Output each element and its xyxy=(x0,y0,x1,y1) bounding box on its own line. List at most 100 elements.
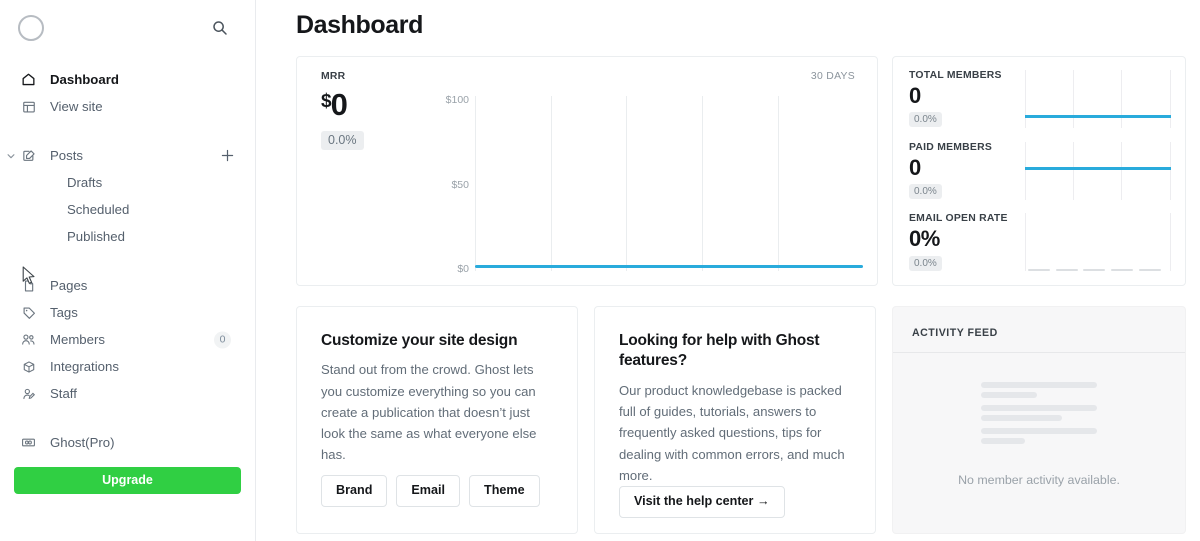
card-title: Customize your site design xyxy=(321,332,518,349)
sidebar-item-dashboard[interactable]: Dashboard xyxy=(14,66,241,93)
paid-members-sparkline xyxy=(1025,141,1171,200)
top-stats-row: MRR $0 0.0% 30 DAYS $100 $50 $0 TOTAL ME… xyxy=(296,56,1186,286)
sidebar-divider-2 xyxy=(14,250,241,272)
kpi-label: EMAIL OPEN RATE xyxy=(909,213,1008,225)
mrr-label: MRR xyxy=(321,71,346,82)
skeleton-line xyxy=(981,437,1026,444)
visit-help-center-button[interactable]: Visit the help center → xyxy=(619,485,785,518)
mrr-chart[interactable]: $100 $50 $0 xyxy=(439,93,863,276)
bar xyxy=(1027,269,1050,272)
kpi-value: 0 xyxy=(909,83,921,108)
bar xyxy=(1055,269,1078,272)
mrr-value: $0 xyxy=(321,87,439,122)
card-actions: Visit the help center → xyxy=(619,485,851,518)
sidebar: Dashboard View site Posts Drafts Schedul… xyxy=(0,0,256,541)
sidebar-item-staff[interactable]: Staff xyxy=(14,380,241,407)
sparkline-path xyxy=(1025,167,1171,170)
card-title: Looking for help with Ghost features? xyxy=(619,332,820,370)
sidebar-item-view-site[interactable]: View site xyxy=(14,93,241,120)
mrr-plot-area xyxy=(475,96,863,271)
card-actions: Brand Email Theme xyxy=(321,475,553,507)
sidebar-item-ghost-pro[interactable]: Ghost(Pro) xyxy=(14,429,241,456)
sidebar-item-label: Published xyxy=(67,229,125,244)
activity-feed-empty-text: No member activity available. xyxy=(958,472,1120,487)
edit-square-icon xyxy=(20,147,37,164)
mrr-currency-symbol: $ xyxy=(321,91,332,112)
sidebar-item-pages[interactable]: Pages xyxy=(14,272,241,299)
sidebar-item-scheduled[interactable]: Scheduled xyxy=(14,196,241,223)
sidebar-item-posts[interactable]: Posts xyxy=(18,142,217,169)
activity-feed-card: ACTIVITY FEED No member activity availab… xyxy=(892,306,1186,534)
sidebar-posts-section: Posts Drafts Scheduled Published xyxy=(7,142,241,250)
y-tick-50: $50 xyxy=(451,179,469,192)
dashboard-app: Dashboard View site Posts Drafts Schedul… xyxy=(0,0,1200,541)
sidebar-item-label: Integrations xyxy=(50,358,119,374)
members-icon xyxy=(20,331,37,348)
cube-icon xyxy=(20,358,37,375)
kpi-value: 0% xyxy=(909,226,940,252)
sidebar-item-integrations[interactable]: Integrations xyxy=(14,353,241,380)
home-icon xyxy=(20,71,37,88)
main-content: Dashboard MRR $0 0.0% 30 DAYS $100 $50 $… xyxy=(256,0,1200,541)
mrr-chart-region: 30 DAYS $100 $50 $0 xyxy=(439,71,877,285)
mrr-range-label[interactable]: 30 DAYS xyxy=(811,71,855,82)
theme-button[interactable]: Theme xyxy=(469,475,540,507)
sidebar-secondary-nav: Pages Tags Members 0 Integrations Staff xyxy=(14,272,241,407)
skeleton-placeholder xyxy=(981,381,1097,451)
sidebar-item-label: Tags xyxy=(50,304,78,320)
search-icon[interactable] xyxy=(207,15,233,41)
gridline xyxy=(1073,141,1075,200)
upgrade-button[interactable]: Upgrade xyxy=(14,467,241,494)
kpi-total-members[interactable]: TOTAL MEMBERS 0 0.0% xyxy=(893,70,1185,142)
skeleton-group xyxy=(981,427,1097,444)
mrr-y-axis: $100 $50 $0 xyxy=(439,93,473,276)
email-button[interactable]: Email xyxy=(396,475,460,507)
kpi-text: PAID MEMBERS 0 0.0% xyxy=(909,142,1025,214)
brand-button[interactable]: Brand xyxy=(321,475,388,507)
circle-logo-icon[interactable] xyxy=(18,15,44,41)
kpi-change-badge: 0.0% xyxy=(909,255,942,271)
gridline xyxy=(475,96,476,271)
kpi-label: TOTAL MEMBERS xyxy=(909,70,1002,81)
sidebar-item-drafts[interactable]: Drafts xyxy=(14,169,241,196)
sidebar-item-label: Pages xyxy=(50,277,88,293)
kpi-stack-card: TOTAL MEMBERS 0 0.0% PAID MEMBERS 0 0.0%… xyxy=(892,56,1186,286)
customize-site-card: Customize your site design Stand out fro… xyxy=(296,306,578,534)
sidebar-item-published[interactable]: Published xyxy=(14,223,241,250)
bar xyxy=(1111,269,1134,272)
bar xyxy=(1083,269,1106,272)
sidebar-item-label: Dashboard xyxy=(50,71,119,87)
sidebar-item-label: Members xyxy=(50,331,105,347)
sidebar-divider-3 xyxy=(14,407,241,429)
sidebar-item-members[interactable]: Members 0 xyxy=(14,326,241,353)
kpi-paid-members[interactable]: PAID MEMBERS 0 0.0% xyxy=(893,141,1185,214)
skeleton-group xyxy=(981,404,1097,421)
sidebar-item-tags[interactable]: Tags xyxy=(14,299,241,326)
mrr-change-badge: 0.0% xyxy=(321,130,364,151)
skeleton-line xyxy=(981,381,1097,388)
gridline xyxy=(1169,141,1171,200)
mrr-amount: 0 xyxy=(330,87,348,122)
gridline xyxy=(1169,213,1171,272)
sidebar-item-label: Ghost(Pro) xyxy=(50,434,115,450)
layout-icon xyxy=(20,98,37,115)
y-tick-100: $100 xyxy=(445,93,469,106)
kpi-value: 0 xyxy=(909,154,921,180)
gridline xyxy=(701,96,703,271)
mrr-card: MRR $0 0.0% 30 DAYS $100 $50 $0 xyxy=(296,56,878,286)
skeleton-line xyxy=(981,391,1037,398)
sidebar-item-label: View site xyxy=(50,98,103,114)
plus-icon[interactable] xyxy=(217,146,237,166)
kpi-text: EMAIL OPEN RATE 0% 0.0% xyxy=(909,213,1025,285)
sparkline-path xyxy=(1025,115,1171,118)
sidebar-billing-section: Ghost(Pro) Upgrade xyxy=(14,429,241,494)
skeleton-line xyxy=(981,414,1063,421)
gridline xyxy=(1073,70,1075,128)
kpi-email-open-rate[interactable]: EMAIL OPEN RATE 0% 0.0% xyxy=(893,213,1185,285)
gridline xyxy=(777,96,779,271)
kpi-text: TOTAL MEMBERS 0 0.0% xyxy=(909,70,1025,142)
mrr-summary: MRR $0 0.0% xyxy=(297,71,439,285)
chevron-down-icon[interactable] xyxy=(4,151,18,161)
skeleton-line xyxy=(981,427,1097,434)
card-body: Stand out from the crowd. Ghost lets you… xyxy=(321,362,537,463)
